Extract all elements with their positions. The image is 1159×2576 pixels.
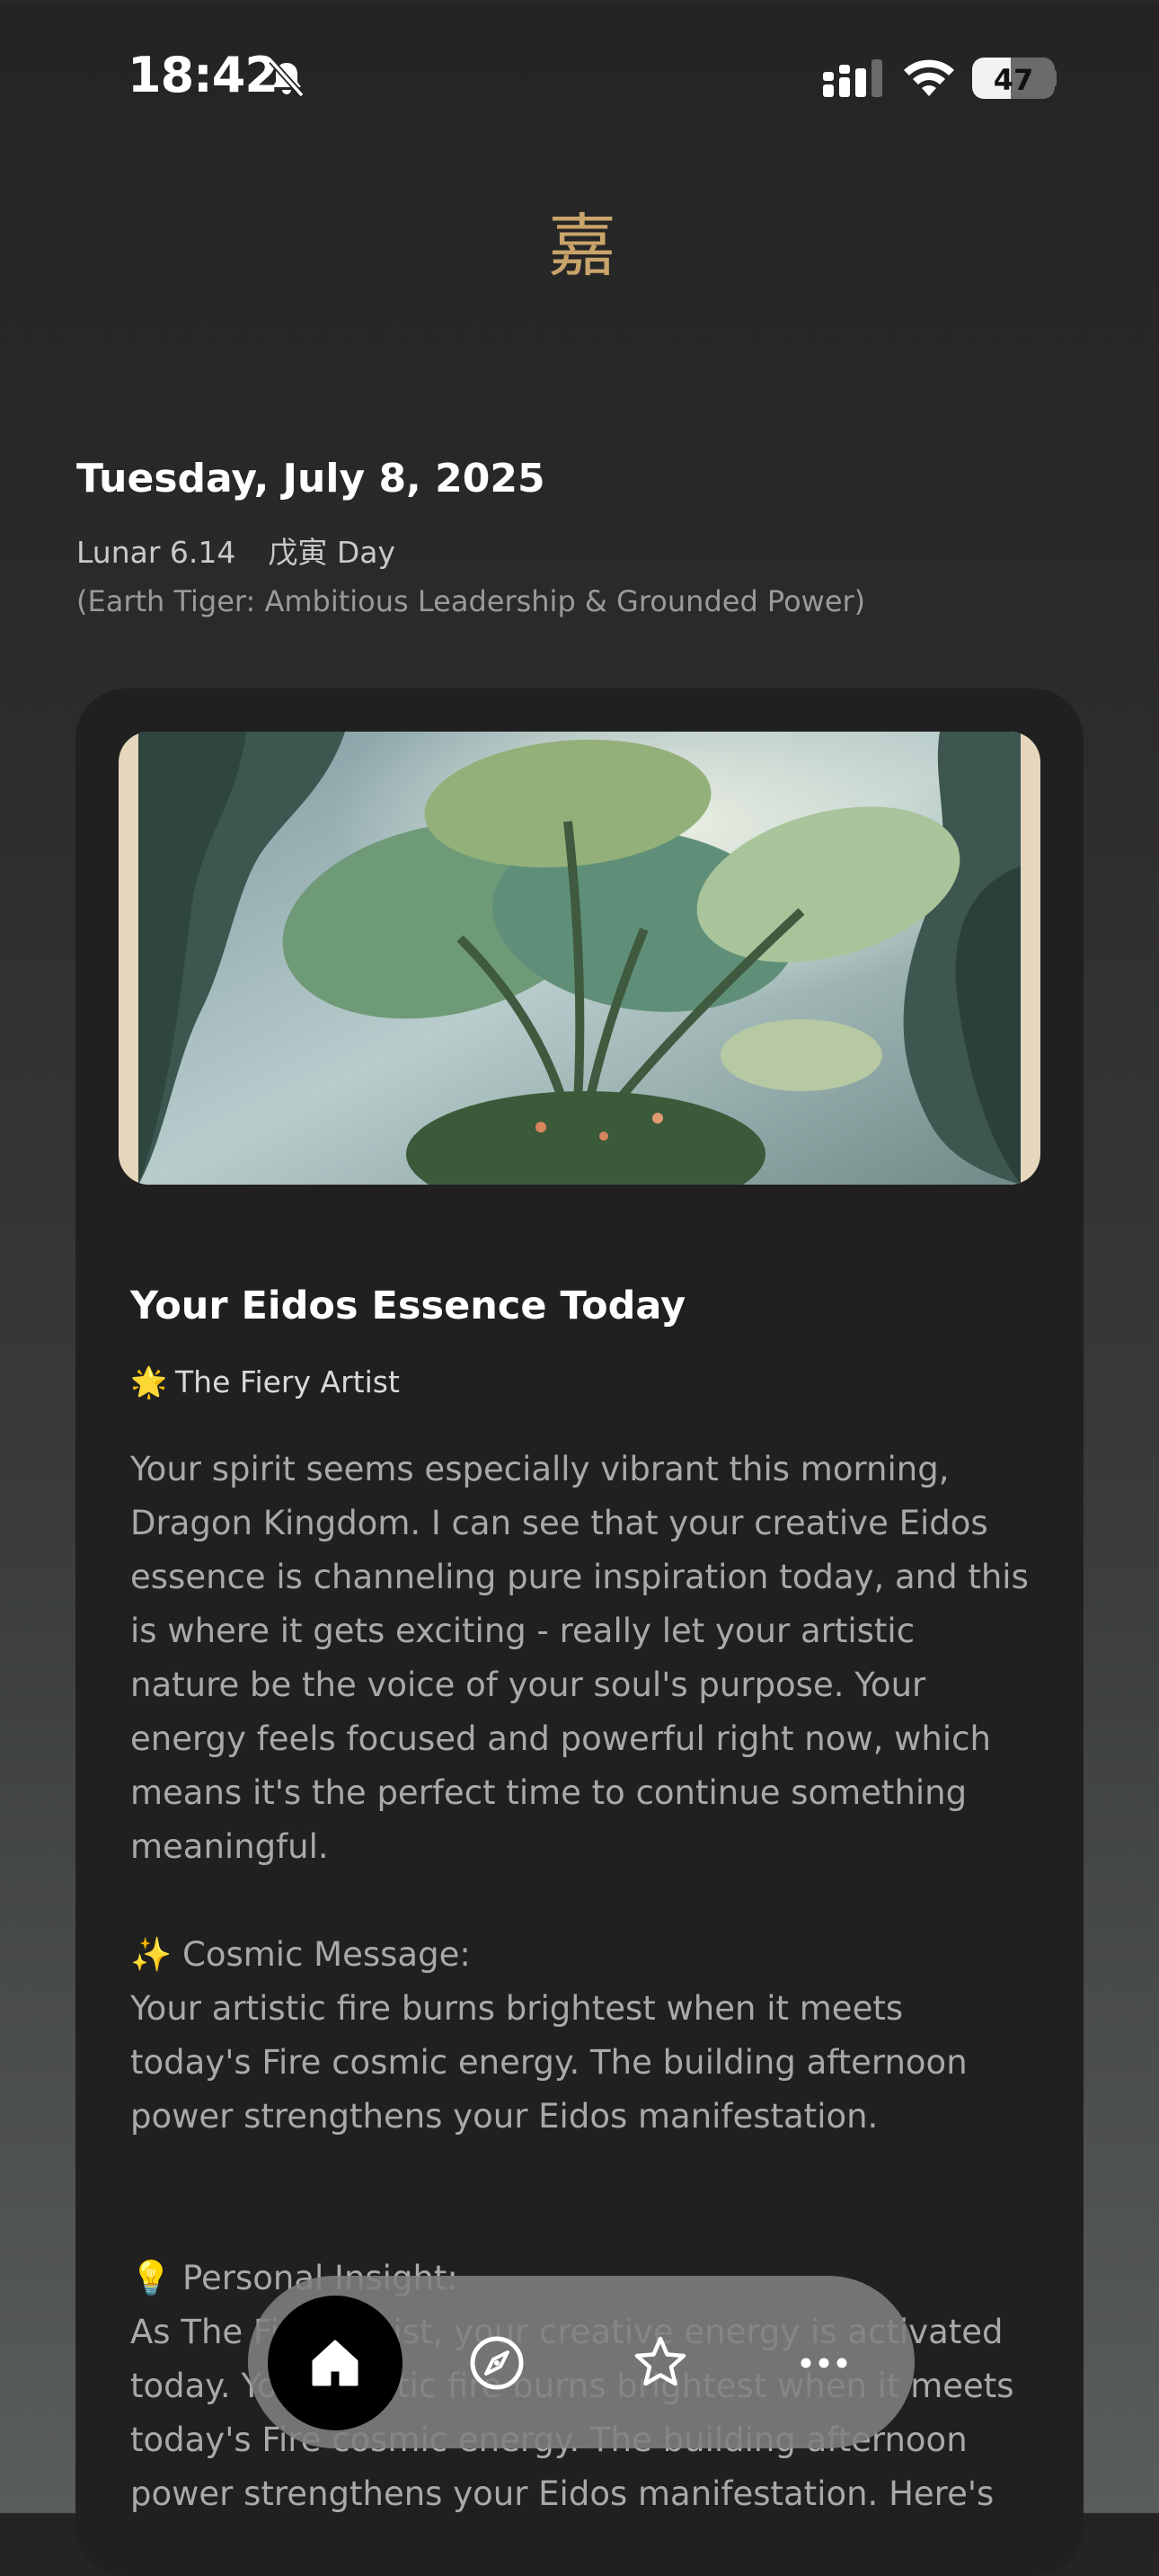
app-logo: 嘉 [548, 206, 616, 286]
intro-paragraph: Your spirit seems especially vibrant thi… [130, 1450, 1029, 1866]
cosmic-heading-label: Cosmic Message: [182, 1935, 471, 1974]
battery-indicator: 47 [972, 58, 1055, 99]
tab-explore[interactable] [456, 2323, 537, 2403]
cosmic-message-heading: ✨ Cosmic Message: [130, 1928, 1029, 1982]
archetype-label: The Fiery Artist [175, 1364, 400, 1399]
tab-home[interactable] [268, 2296, 403, 2430]
more-icon [801, 2358, 847, 2368]
star-icon [634, 2336, 686, 2386]
compass-icon [470, 2336, 524, 2390]
bell-slash-icon [269, 58, 305, 98]
cellular-signal-icon [823, 59, 882, 97]
lunar-date: Lunar 6.14 [76, 535, 236, 570]
archetype: 🌟 The Fiery Artist [130, 1364, 400, 1400]
lightbulb-icon: 💡 [130, 2259, 173, 2297]
wifi-icon [904, 59, 954, 96]
day-pillar: 戊寅 Day [268, 535, 396, 570]
day-description: (Earth Tiger: Ambitious Leadership & Gro… [76, 584, 866, 618]
card-title: Your Eidos Essence Today [130, 1284, 686, 1328]
hero-illustration [119, 732, 1040, 1185]
sparkles-icon: ✨ [130, 1935, 173, 1974]
battery-level: 47 [993, 63, 1034, 97]
lunar-info: Lunar 6.14 戊寅 Day [76, 529, 395, 572]
star-badge-icon: 🌟 [130, 1364, 168, 1399]
battery-icon [1051, 69, 1057, 87]
status-time: 18:42 [128, 47, 279, 103]
cosmic-message-text: Your artistic fire burns brightest when … [130, 1989, 968, 2136]
tab-more[interactable] [783, 2323, 864, 2403]
tab-favorites[interactable] [620, 2323, 701, 2403]
home-icon [312, 2340, 358, 2386]
date-title: Tuesday, July 8, 2025 [76, 456, 545, 502]
